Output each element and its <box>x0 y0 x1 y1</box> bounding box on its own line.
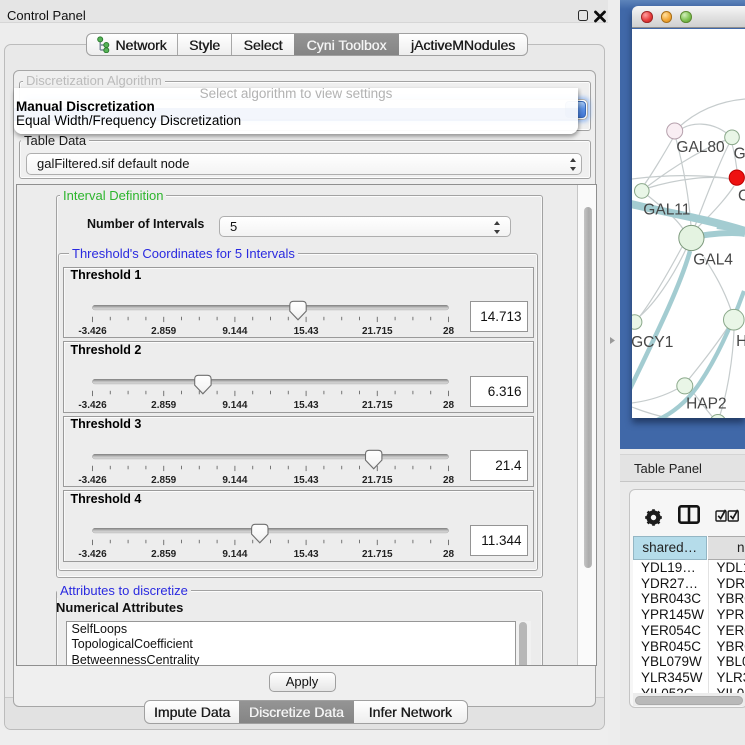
svg-text:28: 28 <box>442 475 454 486</box>
svg-text:-3.426: -3.426 <box>78 549 107 560</box>
svg-text:GAL11: GAL11 <box>643 201 690 218</box>
svg-text:28: 28 <box>442 326 454 337</box>
svg-text:9.144: 9.144 <box>222 400 247 411</box>
svg-text:15.43: 15.43 <box>293 475 318 486</box>
svg-text:HAP2: HAP2 <box>686 395 727 412</box>
svg-text:15.43: 15.43 <box>293 549 318 560</box>
svg-text:9.144: 9.144 <box>222 326 247 337</box>
svg-text:H: H <box>736 332 745 349</box>
svg-text:21.715: 21.715 <box>362 549 393 560</box>
svg-text:15.43: 15.43 <box>293 400 318 411</box>
svg-text:21.715: 21.715 <box>362 326 393 337</box>
svg-text:GCY1: GCY1 <box>632 334 673 351</box>
svg-text:2.859: 2.859 <box>151 475 176 486</box>
svg-text:21.715: 21.715 <box>362 475 393 486</box>
svg-text:2.859: 2.859 <box>151 400 176 411</box>
svg-text:GAL4: GAL4 <box>693 251 733 268</box>
svg-text:15.43: 15.43 <box>293 326 318 337</box>
svg-text:9.144: 9.144 <box>222 549 247 560</box>
svg-text:9.144: 9.144 <box>222 475 247 486</box>
svg-text:-3.426: -3.426 <box>78 326 107 337</box>
svg-text:-3.426: -3.426 <box>78 475 107 486</box>
svg-text:28: 28 <box>442 549 454 560</box>
svg-text:28: 28 <box>442 400 454 411</box>
svg-text:C: C <box>738 187 745 204</box>
svg-text:GA: GA <box>734 145 745 162</box>
svg-text:-3.426: -3.426 <box>78 400 107 411</box>
svg-text:GAL80: GAL80 <box>676 139 725 156</box>
svg-text:2.859: 2.859 <box>151 326 176 337</box>
svg-text:2.859: 2.859 <box>151 549 176 560</box>
svg-text:21.715: 21.715 <box>362 400 393 411</box>
